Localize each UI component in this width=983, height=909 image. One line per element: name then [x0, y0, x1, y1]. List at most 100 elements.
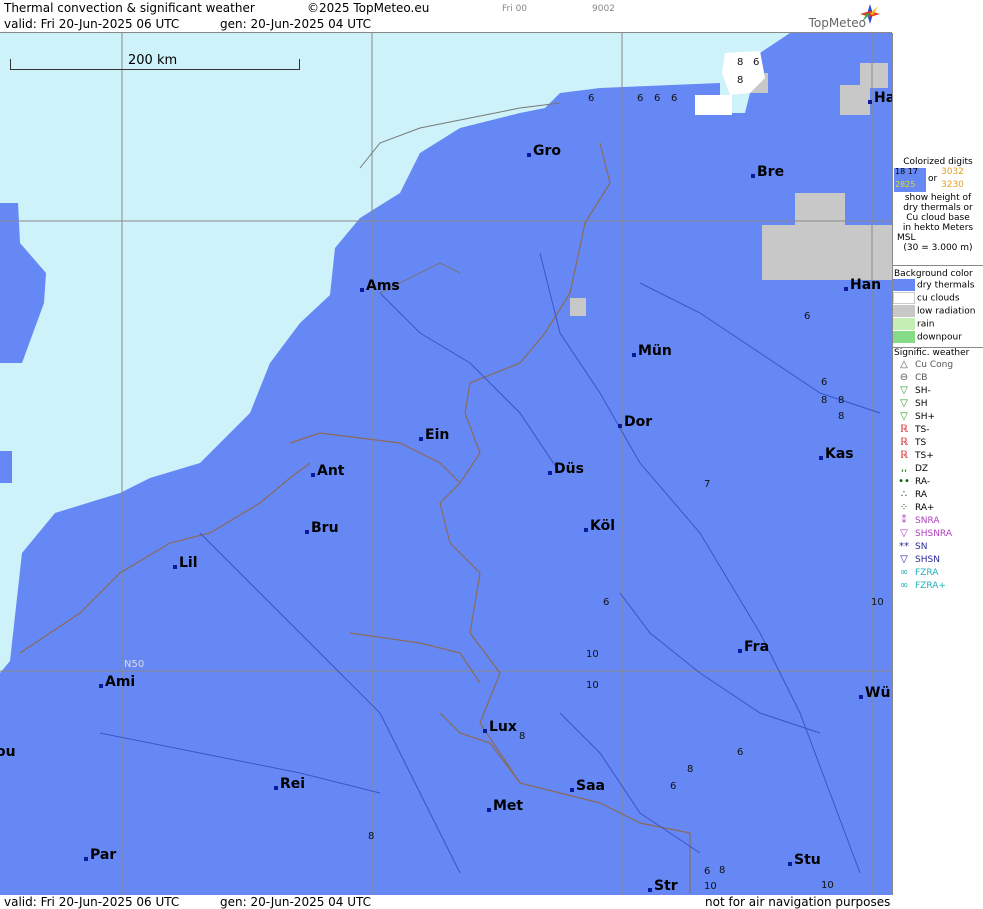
product-code: 9002 [592, 4, 615, 14]
snow-shower-icon: ▽ [900, 554, 908, 565]
city-label[interactable]: Bru [305, 520, 339, 536]
city-label[interactable]: Lil [173, 555, 198, 571]
thermal-digit: 10 [871, 597, 884, 608]
header-bar: Thermal convection & significant weather… [0, 0, 892, 33]
thunderstorm-heavy-icon: ℝ [900, 450, 908, 461]
rain-light-icon: •• [898, 476, 910, 487]
thermal-digit: 8 [838, 411, 845, 422]
city-label[interactable]: Ant [311, 463, 345, 479]
sample-digits: 18 17 [895, 167, 918, 176]
snow-rain-shower-icon: ▽ [900, 528, 908, 539]
thermal-digit: 8 [737, 75, 744, 86]
sample-digits: 3032 [941, 167, 964, 177]
legend-row: rain [893, 318, 983, 331]
cu-clouds-swatch [893, 292, 915, 304]
logo-text: TopMeteo [808, 16, 866, 30]
city-label[interactable]: Par [84, 847, 116, 863]
city-label[interactable]: Wü [859, 685, 890, 701]
thermal-digit: 6 [804, 311, 811, 322]
footer-bar: valid: Fri 20-Jun-2025 06 UTC gen: 20-Ju… [0, 895, 892, 909]
thermal-digit: 10 [586, 649, 599, 660]
topmeteo-logo[interactable]: TopMeteo [774, 2, 884, 32]
city-label[interactable]: Bre [751, 164, 784, 180]
city-label[interactable]: Lux [483, 719, 517, 735]
thunderstorm-icon: ℝ [900, 437, 908, 448]
map-title: Thermal convection & significant weather [4, 1, 255, 15]
thermal-digit: 6 [603, 597, 610, 608]
legend-text: (30 = 3.000 m) [903, 243, 973, 253]
legend-text: Cu cloud base [906, 213, 970, 223]
copyright: ©2025 TopMeteo.eu [307, 1, 430, 15]
city-label[interactable]: Stu [788, 852, 821, 868]
shower-heavy-icon: ▽ [900, 411, 908, 422]
thermal-digit: 6 [588, 93, 595, 104]
cu-cong-icon: △ [900, 359, 908, 370]
thermal-digit: 6 [704, 866, 711, 877]
city-label[interactable]: Fra [738, 639, 769, 655]
gen-time: gen: 20-Jun-2025 04 UTC [220, 17, 372, 31]
drizzle-icon: ,, [900, 463, 908, 474]
downpour-swatch [893, 331, 915, 343]
thermal-digit: 10 [821, 880, 834, 891]
snow-icon: ** [899, 541, 909, 552]
background-legend-title: Background color [894, 269, 973, 279]
latitude-label: N50 [124, 659, 145, 670]
shower-icon: ▽ [900, 398, 908, 409]
rain-heavy-icon: ⁘ [899, 502, 909, 513]
city-label[interactable]: Ein [419, 427, 449, 443]
digits-legend-title: Colorized digits [903, 157, 973, 167]
rain-icon: ∴ [900, 489, 908, 500]
thermal-digit: 8 [838, 395, 845, 406]
city-label[interactable]: Saa [570, 778, 605, 794]
thermal-digit: 6 [737, 747, 744, 758]
map-graphic [0, 33, 892, 895]
sigwx-legend-title: Signific. weather [894, 348, 970, 358]
city-label[interactable]: Köl [584, 518, 615, 534]
legend-text: show height of [904, 193, 972, 203]
thermal-digit: 8 [719, 865, 726, 876]
city-label[interactable]: Dor [618, 414, 652, 430]
snow-rain-icon: ⁑ [901, 515, 907, 526]
shower-light-icon: ▽ [900, 385, 908, 396]
valid-time: valid: Fri 20-Jun-2025 06 UTC [4, 17, 180, 31]
rain-swatch [893, 318, 915, 330]
thermal-digit: 6 [670, 781, 677, 792]
footer-gen: gen: 20-Jun-2025 04 UTC [220, 895, 372, 909]
thermal-digit: 6 [821, 377, 828, 388]
thunderstorm-light-icon: ℝ [900, 424, 908, 435]
city-label[interactable]: Gro [527, 143, 561, 159]
city-label[interactable]: Ami [99, 674, 135, 690]
freezing-rain-icon: ∞ [899, 567, 909, 578]
city-label[interactable]: Met [487, 798, 523, 814]
city-label[interactable]: Kas [819, 446, 854, 462]
weather-map[interactable]: 200 km N50 Ha Gro Bre Ams Han Mün Dor Ei… [0, 33, 893, 895]
background-legend: Background color dry thermals cu clouds … [893, 262, 983, 351]
city-label[interactable]: Ha [868, 90, 892, 106]
legend-text: dry thermals or [903, 203, 973, 213]
city-label[interactable]: Ams [360, 278, 400, 294]
thermal-digit: 6 [671, 93, 678, 104]
legend-text: in hekto Meters [902, 223, 974, 233]
thermal-digit: 10 [586, 680, 599, 691]
thermal-digit: 7 [704, 479, 711, 490]
thermal-digit: 10 [704, 881, 717, 892]
city-label[interactable]: Han [844, 277, 881, 293]
sample-digits: 2825 [895, 180, 916, 189]
city-label[interactable]: Str [648, 878, 678, 894]
city-label[interactable]: Rei [274, 776, 305, 792]
sample-digits: 3230 [941, 180, 964, 190]
legend-row: dry thermals [893, 279, 983, 292]
thermal-digit: 8 [519, 731, 526, 742]
cb-icon: ⊖ [899, 372, 909, 383]
city-label[interactable]: Mün [632, 343, 672, 359]
city-label[interactable]: Düs [548, 461, 584, 477]
low-radiation-swatch [893, 305, 915, 317]
footer-valid: valid: Fri 20-Jun-2025 06 UTC [4, 895, 180, 909]
thermal-digit: 8 [821, 395, 828, 406]
time-code: Fri 00 [502, 4, 528, 14]
digits-legend: Colorized digits 18 17 2825 or 3032 3230… [893, 157, 983, 253]
city-label[interactable]: ou [0, 744, 16, 760]
sigwx-legend: Signific. weather △ Cu Cong ⊖ CB ▽ SH- ▽ SH … [893, 348, 983, 592]
thermal-digit: 8 [737, 57, 744, 68]
legend-row: downpour [893, 331, 983, 344]
